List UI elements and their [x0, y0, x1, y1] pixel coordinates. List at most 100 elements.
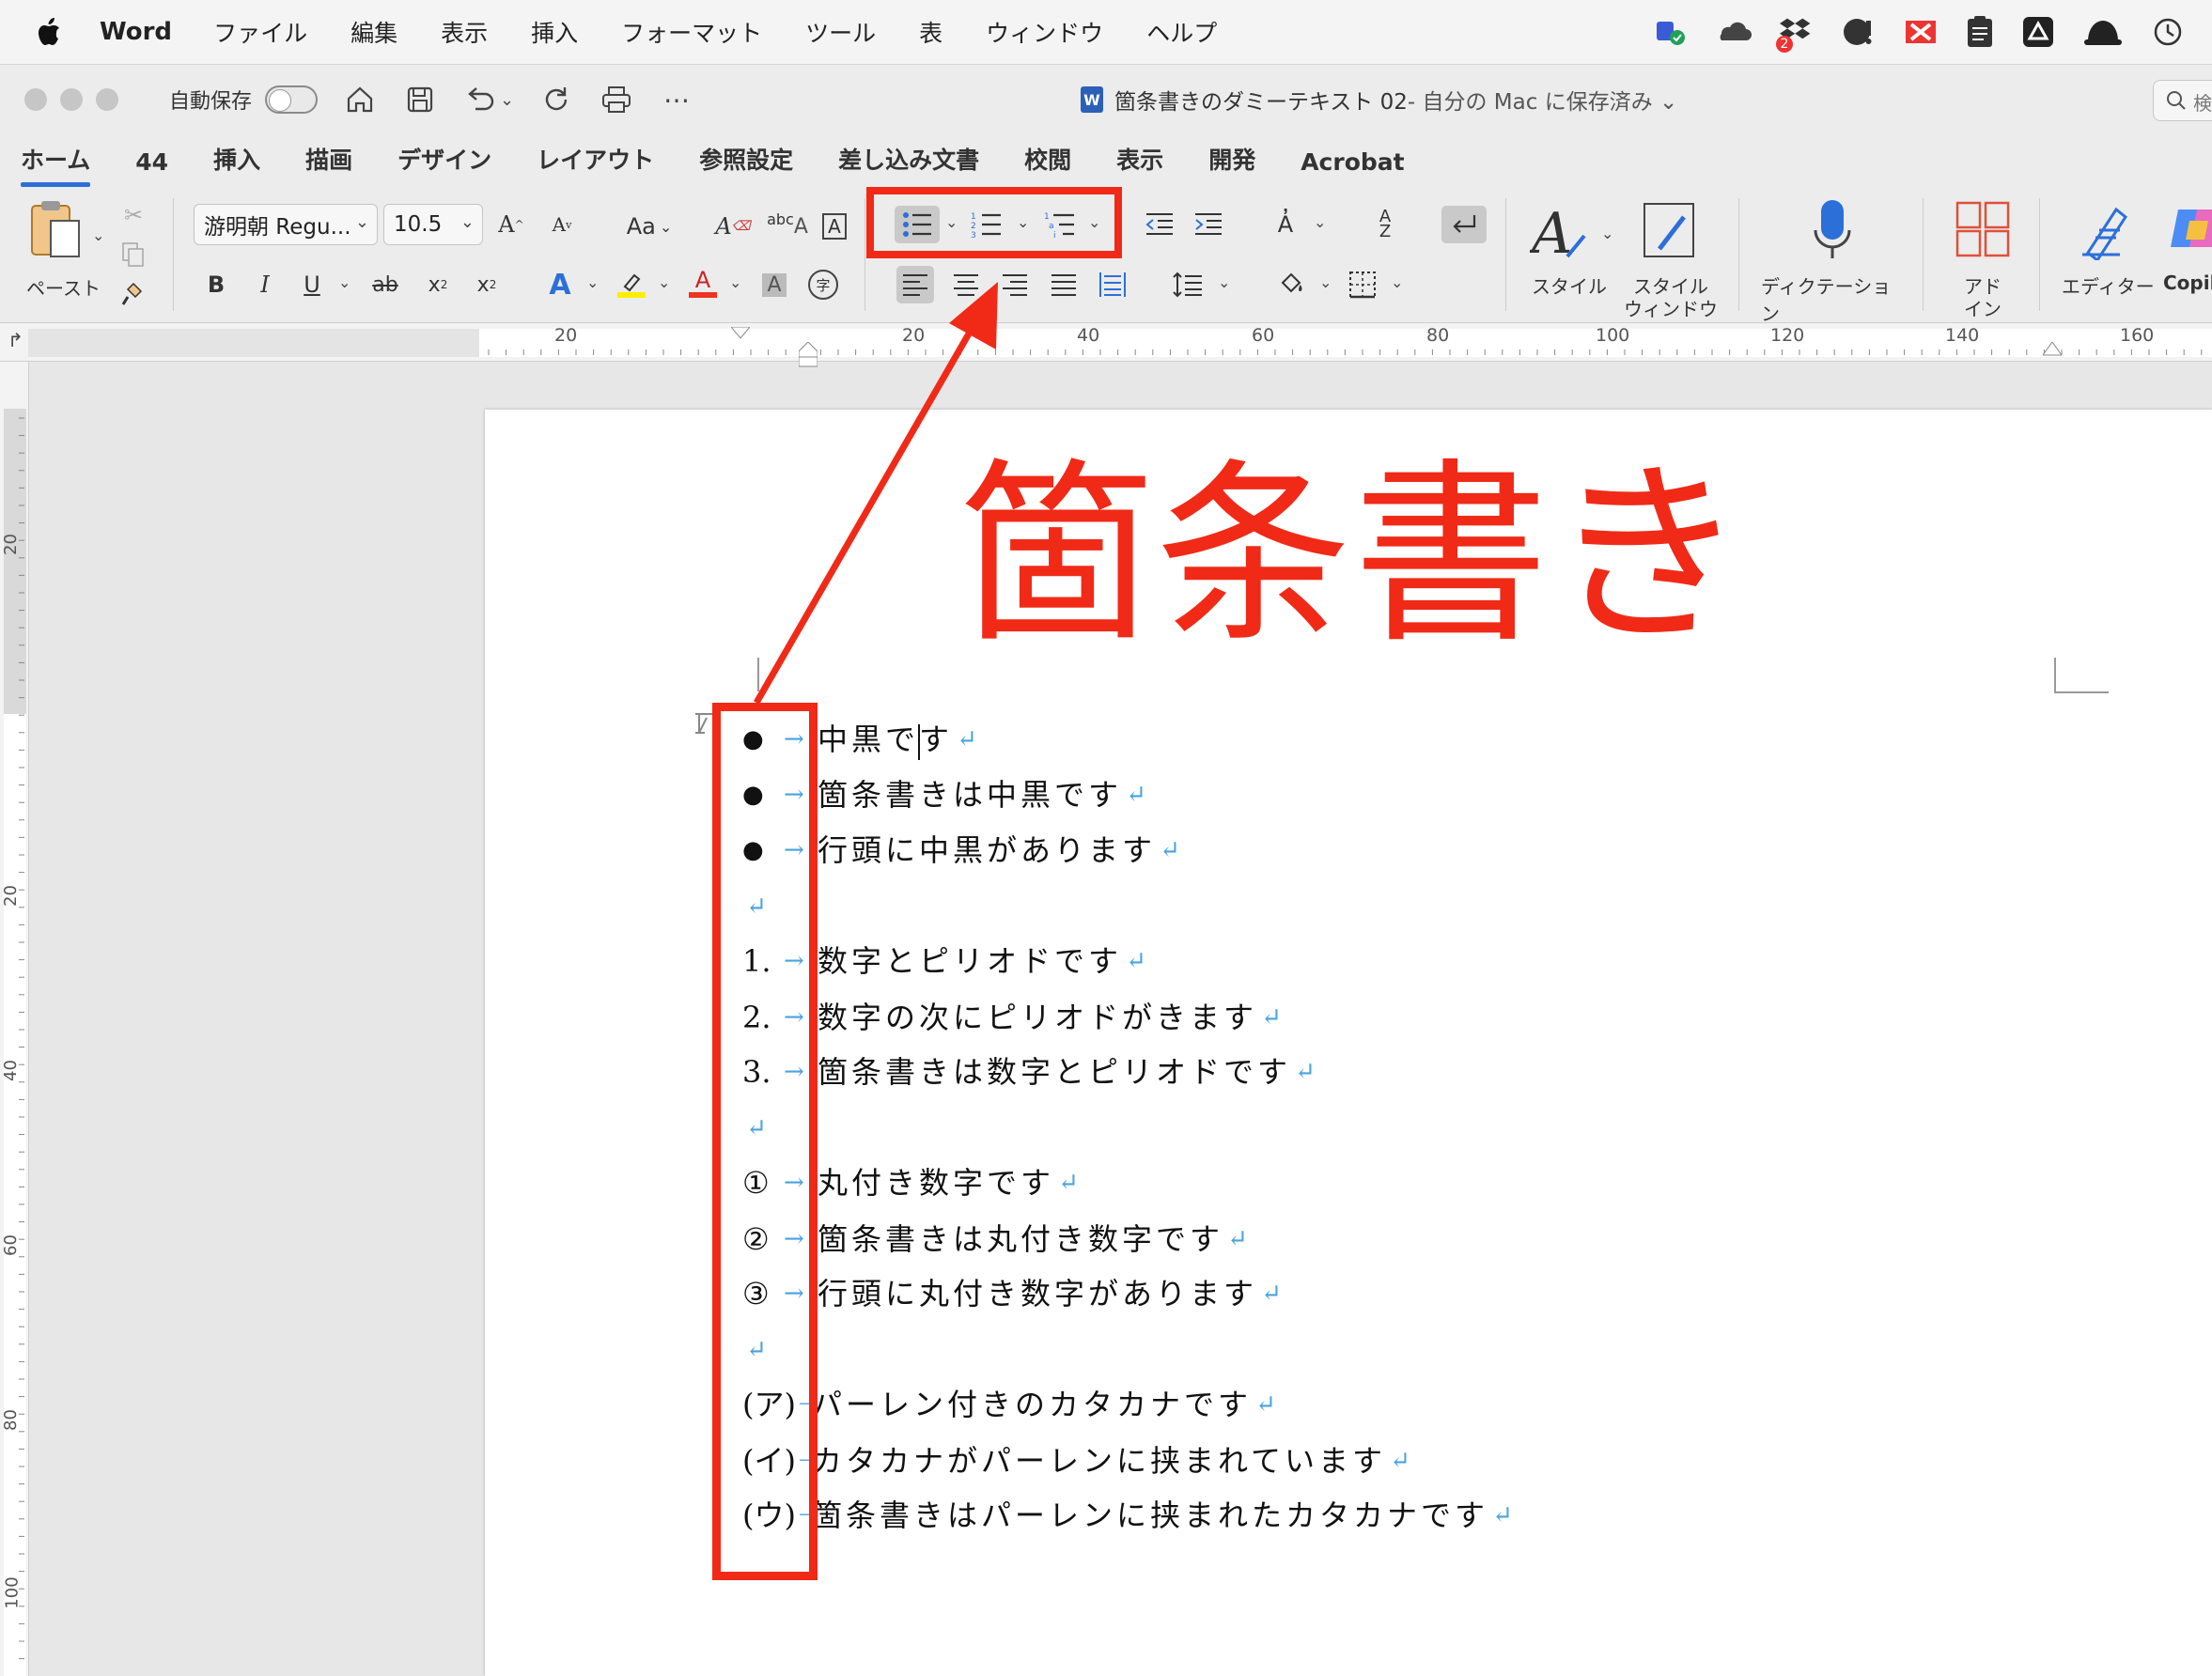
menu-table[interactable]: 表: [919, 15, 942, 49]
enclose-characters-icon[interactable]: 字: [804, 266, 842, 303]
list-item-text[interactable]: 数字とピリオドです: [818, 938, 1122, 985]
more-commands-icon[interactable]: ⋯: [659, 82, 694, 117]
paste-chevron-icon[interactable]: ⌄: [92, 226, 104, 244]
list-item-text[interactable]: 行頭に丸付き数字があります: [818, 1270, 1257, 1317]
apple-icon[interactable]: [36, 16, 64, 48]
first-line-indent-marker[interactable]: [731, 327, 750, 342]
red-x-app-icon[interactable]: [1904, 15, 1938, 49]
tab-developer[interactable]: 開発: [1208, 142, 1255, 189]
borders-icon[interactable]: [1344, 266, 1381, 303]
tab-draw[interactable]: 描画: [305, 142, 352, 189]
list-item-text[interactable]: パーレン付きのカタカナです: [812, 1381, 1252, 1428]
font-color-chevron-icon[interactable]: ⌄: [729, 273, 741, 291]
borders-chevron-icon[interactable]: ⌄: [1391, 273, 1403, 291]
teams-status-icon[interactable]: [1654, 16, 1686, 48]
tab-references[interactable]: 参照設定: [699, 142, 793, 189]
decrease-font-size-icon[interactable]: Av: [543, 206, 581, 243]
align-center-button[interactable]: [947, 266, 985, 303]
home-icon[interactable]: [342, 82, 378, 117]
font-color-icon[interactable]: A: [684, 264, 722, 302]
alert-app-icon[interactable]: [1842, 15, 1876, 49]
list-item-text[interactable]: 箇条書きは丸付き数字です: [818, 1216, 1223, 1263]
tab-home[interactable]: ホーム: [21, 142, 91, 189]
line-spacing-chevron-icon[interactable]: ⌄: [1218, 273, 1230, 291]
line-spacing-icon[interactable]: [1169, 266, 1207, 303]
list-item[interactable]: (イ) → カタカナがパーレンに挟まれています ↵: [742, 1437, 1410, 1484]
add-ins-button[interactable]: アド イン: [1945, 196, 2022, 320]
document-heading[interactable]: 箇条書き: [958, 458, 1748, 654]
close-window-button[interactable]: [24, 88, 47, 111]
align-right-button[interactable]: [996, 266, 1034, 303]
highlight-color-icon[interactable]: [613, 266, 650, 303]
sort-icon[interactable]: AZ: [1366, 206, 1404, 243]
list-item-text[interactable]: 行頭に中黒があります: [818, 827, 1156, 874]
right-indent-marker[interactable]: [2043, 342, 2062, 357]
bold-button[interactable]: B: [197, 266, 235, 303]
undo-dropdown-chevron-icon[interactable]: ⌄: [500, 90, 514, 110]
text-effects-chevron-icon[interactable]: ⌄: [586, 273, 599, 291]
tab-44[interactable]: 44: [135, 148, 168, 189]
decrease-indent-icon[interactable]: [1141, 206, 1178, 243]
menu-insert[interactable]: 挿入: [531, 15, 578, 49]
copilot-button[interactable]: Copil: [2161, 196, 2212, 309]
save-icon[interactable]: [402, 82, 438, 117]
list-item-text[interactable]: 箇条書きは中黒です: [818, 771, 1122, 818]
list-item-text[interactable]: カタカナがパーレンに挟まれています: [812, 1437, 1386, 1484]
paste-button[interactable]: ⌄ ペースト: [19, 198, 109, 302]
menu-view[interactable]: 表示: [441, 15, 488, 49]
phonetic-guide-icon[interactable]: abc A: [767, 208, 808, 245]
document-title[interactable]: W 箇条書きのダミーテキスト 02 - 自分の Mac に保存済み ⌄: [1081, 65, 1677, 134]
styles-chevron-icon[interactable]: ⌄: [1601, 225, 1613, 242]
increase-indent-icon[interactable]: [1190, 206, 1227, 243]
menu-file[interactable]: ファイル: [213, 15, 307, 49]
tab-review[interactable]: 校閲: [1024, 142, 1071, 189]
list-item-text[interactable]: 数字の次にピリオドがきます: [818, 994, 1257, 1041]
list-item-text[interactable]: 中黒です: [818, 716, 953, 763]
list-item[interactable]: ③ → 行頭に丸付き数字があります ↵: [742, 1270, 1282, 1317]
tab-insert[interactable]: 挿入: [213, 142, 260, 189]
undo-icon[interactable]: [462, 82, 498, 117]
horizontal-ruler[interactable]: ↱ 20 20 40 60 80 100 120 140 160: [0, 323, 2212, 367]
distributed-button[interactable]: [1094, 266, 1131, 303]
styles-gallery-button[interactable]: A ⌄ スタイル: [1526, 196, 1620, 309]
highlight-chevron-icon[interactable]: ⌄: [658, 273, 670, 291]
cut-icon[interactable]: ✂: [115, 196, 152, 234]
tab-mailings[interactable]: 差し込み文書: [838, 142, 979, 189]
menu-edit[interactable]: 編集: [350, 15, 397, 49]
list-item-text[interactable]: 箇条書きはパーレンに挟まれたカタカナです: [812, 1492, 1488, 1539]
vertical-ruler[interactable]: 20 20 40 60 80 100: [0, 362, 29, 1676]
tab-design[interactable]: デザイン: [397, 142, 491, 189]
italic-button[interactable]: I: [246, 266, 284, 303]
app-name-menu[interactable]: Word: [100, 18, 172, 46]
asian-layout-chevron-icon[interactable]: ⌄: [1314, 213, 1326, 231]
menu-format[interactable]: フォーマット: [621, 15, 762, 49]
hanging-indent-marker[interactable]: [799, 342, 818, 368]
tab-acrobat[interactable]: Acrobat: [1301, 148, 1404, 189]
font-size-dropdown[interactable]: 10.5 ⌄: [383, 204, 483, 245]
underline-button[interactable]: U: [293, 266, 331, 303]
search-input[interactable]: 検: [2153, 80, 2212, 121]
styles-pane-button[interactable]: スタイル ウィンドウ: [1620, 196, 1723, 320]
menu-tools[interactable]: ツール: [805, 15, 876, 49]
tab-layout[interactable]: レイアウト: [537, 142, 654, 189]
clear-formatting-icon[interactable]: A ⌫: [714, 208, 752, 245]
zoom-window-button[interactable]: [96, 88, 118, 111]
onedrive-icon[interactable]: [1714, 18, 1752, 46]
list-item[interactable]: 3. → 箇条書きは数字とピリオドです ↵: [742, 1048, 1316, 1095]
shading-icon[interactable]: [1272, 266, 1310, 303]
character-border-icon[interactable]: A: [816, 208, 853, 245]
redo-icon[interactable]: [538, 82, 574, 117]
justify-button[interactable]: [1045, 266, 1083, 303]
increase-font-size-icon[interactable]: A ^: [492, 206, 530, 243]
time-machine-icon[interactable]: [2152, 16, 2184, 48]
drive-icon[interactable]: [2022, 16, 2054, 48]
list-item-text[interactable]: 箇条書きは数字とピリオドです: [818, 1048, 1291, 1095]
text-effects-icon[interactable]: A: [541, 266, 579, 303]
dropbox-icon[interactable]: 2: [1776, 15, 1814, 53]
strikethrough-button[interactable]: ab: [366, 266, 404, 303]
list-item[interactable]: (ウ) → 箇条書きはパーレンに挟まれたカタカナです ↵: [742, 1492, 1513, 1539]
menu-help[interactable]: ヘルプ: [1146, 15, 1217, 49]
list-item[interactable]: 2. → 数字の次にピリオドがきます ↵: [742, 994, 1282, 1041]
menu-window[interactable]: ウィンドウ: [986, 15, 1103, 49]
tab-view[interactable]: 表示: [1116, 142, 1163, 189]
